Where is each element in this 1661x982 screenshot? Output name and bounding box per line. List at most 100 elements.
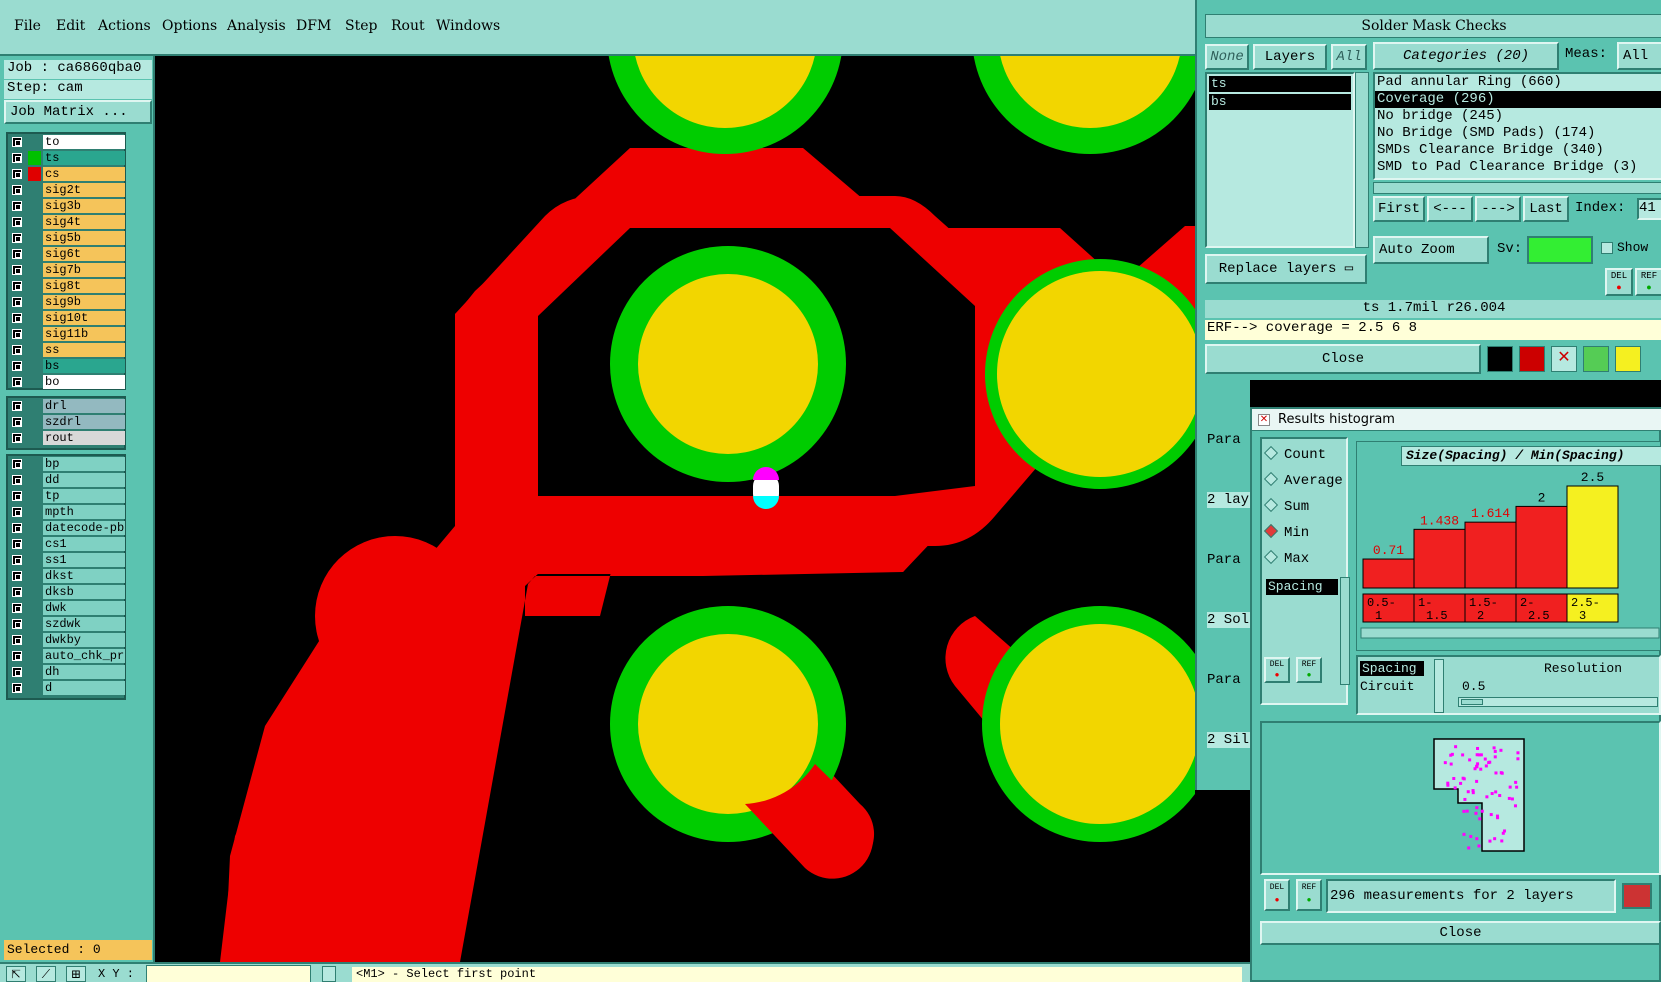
delete-icon[interactable]: ✕ xyxy=(1551,346,1577,372)
menu-dfm[interactable]: DFM xyxy=(296,18,331,34)
layer-color-swatch[interactable] xyxy=(28,649,41,663)
layer-checkbox[interactable] xyxy=(12,587,22,597)
layer-checkbox[interactable] xyxy=(12,361,22,371)
menu-file[interactable]: File xyxy=(14,18,41,34)
layer-row-sig10t[interactable]: sig10t xyxy=(8,310,125,326)
category-item[interactable]: Pad annular Ring (660) xyxy=(1375,74,1661,91)
chart-hscrollbar[interactable] xyxy=(1360,627,1660,639)
menu-step[interactable]: Step xyxy=(345,18,377,34)
layer-color-swatch[interactable] xyxy=(28,569,41,583)
layer-checkbox[interactable] xyxy=(12,201,22,211)
category-item-selected[interactable]: Coverage (296) xyxy=(1375,91,1661,108)
option-average[interactable]: Average xyxy=(1263,471,1343,489)
layer-color-swatch[interactable] xyxy=(28,215,41,229)
layer-checkbox[interactable] xyxy=(12,185,22,195)
layer-color-swatch[interactable] xyxy=(28,295,41,309)
layer-color-swatch[interactable] xyxy=(28,279,41,293)
layer-checkbox[interactable] xyxy=(12,683,22,693)
pin-icon[interactable] xyxy=(1487,346,1513,372)
histogram-bar[interactable] xyxy=(1566,485,1619,589)
none-button[interactable]: None xyxy=(1205,44,1249,70)
layer-color-swatch[interactable] xyxy=(28,457,41,471)
layer-row-dd[interactable]: dd xyxy=(8,472,125,488)
layer-row-drl[interactable]: drl xyxy=(8,398,125,414)
layer-checkbox[interactable] xyxy=(12,169,22,179)
lock-icon[interactable] xyxy=(322,966,336,982)
layer-checkbox[interactable] xyxy=(12,377,22,387)
last-button[interactable]: Last xyxy=(1523,196,1569,222)
layer-row-sig2t[interactable]: sig2t xyxy=(8,182,125,198)
layer-color-swatch[interactable] xyxy=(28,431,41,445)
layer-color-swatch[interactable] xyxy=(28,263,41,277)
graphic-canvas[interactable] xyxy=(155,56,1195,962)
layer-color-swatch[interactable] xyxy=(28,311,41,325)
layer-color-swatch[interactable] xyxy=(28,399,41,413)
layer-row-ss[interactable]: ss xyxy=(8,342,125,358)
layer-color-swatch[interactable] xyxy=(28,665,41,679)
layer-row-datecode-pbe[interactable]: datecode-pbe xyxy=(8,520,125,536)
notes-icon[interactable] xyxy=(1615,346,1641,372)
category-item[interactable]: No Bridge (SMD Pads) (174) xyxy=(1375,125,1661,142)
layer-color-swatch[interactable] xyxy=(28,375,41,389)
layer-row-bp[interactable]: bp xyxy=(8,456,125,472)
layer-checkbox[interactable] xyxy=(12,523,22,533)
layer-row-cs[interactable]: cs xyxy=(8,166,125,182)
next-button[interactable]: ---> xyxy=(1475,196,1521,222)
auto-zoom-dropdown[interactable]: Auto Zoom xyxy=(1373,236,1489,264)
layer-color-swatch[interactable] xyxy=(28,489,41,503)
grid-tool-icon[interactable]: ⊞ xyxy=(66,966,86,982)
show-checkbox[interactable] xyxy=(1601,242,1613,254)
option-sum[interactable]: Sum xyxy=(1263,497,1309,515)
type-scrollbar[interactable] xyxy=(1434,659,1444,713)
layer-row-sig9b[interactable]: sig9b xyxy=(8,294,125,310)
layer-checkbox[interactable] xyxy=(12,281,22,291)
type-item[interactable]: Circuit xyxy=(1360,679,1415,694)
prev-button[interactable]: <--- xyxy=(1427,196,1473,222)
layer-checkbox[interactable] xyxy=(12,459,22,469)
layer-color-swatch[interactable] xyxy=(28,167,41,181)
layer-row-szdwk[interactable]: szdwk xyxy=(8,616,125,632)
menu-analysis[interactable]: Analysis xyxy=(227,18,286,34)
measure-list-item[interactable]: Spacing xyxy=(1266,579,1338,595)
layer-row-sig5b[interactable]: sig5b xyxy=(8,230,125,246)
layer-row-auto_chk_pri[interactable]: auto_chk_pri xyxy=(8,648,125,664)
layer-row-bs[interactable]: bs xyxy=(8,358,125,374)
option-min[interactable]: Min xyxy=(1263,523,1309,541)
layer-color-swatch[interactable] xyxy=(28,617,41,631)
layer-color-swatch[interactable] xyxy=(28,521,41,535)
layer-color-swatch[interactable] xyxy=(28,601,41,615)
ref-button[interactable]: REF ● xyxy=(1296,879,1322,911)
layer-color-swatch[interactable] xyxy=(28,343,41,357)
layer-row-sig8t[interactable]: sig8t xyxy=(8,278,125,294)
layer-color-swatch[interactable] xyxy=(28,633,41,647)
slider-handle[interactable] xyxy=(1461,699,1483,705)
histogram-bar[interactable] xyxy=(1413,528,1466,589)
layer-checkbox[interactable] xyxy=(12,475,22,485)
layer-color-swatch[interactable] xyxy=(28,553,41,567)
layers-button[interactable]: Layers xyxy=(1253,44,1327,70)
layer-row-bo[interactable]: bo xyxy=(8,374,125,390)
category-item[interactable]: SMDs Clearance Bridge (340) xyxy=(1375,142,1661,159)
layer-row-dwk[interactable]: dwk xyxy=(8,600,125,616)
layer-checkbox[interactable] xyxy=(12,603,22,613)
layer-checkbox[interactable] xyxy=(12,265,22,275)
layer-row-ss1[interactable]: ss1 xyxy=(8,552,125,568)
layer-checkbox[interactable] xyxy=(12,153,22,163)
ref-button[interactable]: REF ● xyxy=(1296,657,1322,683)
layer-row-ts[interactable]: ts xyxy=(8,150,125,166)
measure-tool-icon[interactable]: ⟋ xyxy=(36,966,56,982)
layer-color-swatch[interactable] xyxy=(28,199,41,213)
layer-row-dkst[interactable]: dkst xyxy=(8,568,125,584)
layer-checkbox[interactable] xyxy=(12,507,22,517)
layer-row-dh[interactable]: dh xyxy=(8,664,125,680)
histogram-bar[interactable] xyxy=(1515,505,1568,589)
option-max[interactable]: Max xyxy=(1263,549,1309,567)
menu-options[interactable]: Options xyxy=(162,18,217,34)
layer-row-to[interactable]: to xyxy=(8,134,125,150)
layer-row-tp[interactable]: tp xyxy=(8,488,125,504)
layer-color-swatch[interactable] xyxy=(28,231,41,245)
layer-row-rout[interactable]: rout xyxy=(8,430,125,446)
screen-icon[interactable] xyxy=(1519,346,1545,372)
del-button[interactable]: DEL ● xyxy=(1264,879,1290,911)
layer-color-swatch[interactable] xyxy=(28,585,41,599)
